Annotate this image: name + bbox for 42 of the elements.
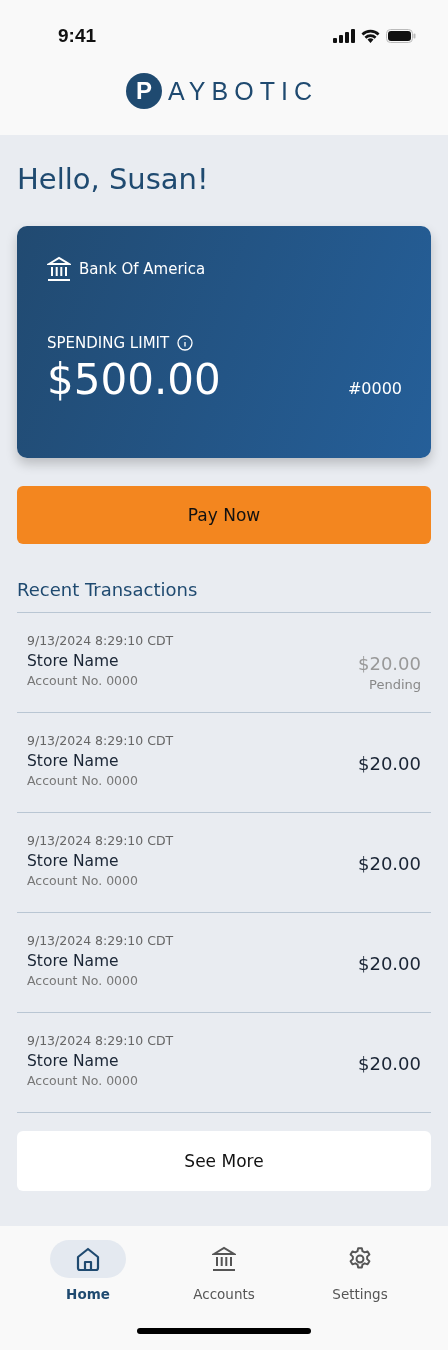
transaction-amount: $20.00	[358, 952, 421, 976]
pay-now-button[interactable]: Pay Now	[17, 486, 431, 544]
transaction-time: 9/13/2024 8:29:10 CDT	[27, 1033, 174, 1049]
transaction-amount: $20.00	[358, 1052, 421, 1076]
store-name: Store Name	[27, 1051, 120, 1072]
account-number: Account No. 0000	[27, 1073, 139, 1089]
wifi-icon	[361, 29, 380, 43]
nav-tab[interactable]: Accounts	[174, 1240, 274, 1322]
transaction-amount: $20.00	[358, 752, 421, 776]
home-icon	[75, 1246, 101, 1272]
transaction-time: 9/13/2024 8:29:10 CDT	[27, 733, 174, 749]
store-name: Store Name	[27, 951, 120, 972]
nav-tab[interactable]: Settings	[310, 1240, 410, 1322]
transaction-amount: $20.00	[358, 852, 421, 876]
spending-limit-amount: $500.00	[47, 354, 221, 406]
store-name: Store Name	[27, 751, 120, 772]
transaction-time: 9/13/2024 8:29:10 CDT	[27, 633, 174, 649]
section-title: Recent Transactions	[17, 578, 199, 602]
info-icon[interactable]	[177, 335, 194, 351]
status-time: 9:41	[58, 25, 97, 47]
spending-limit-label: SPENDING LIMIT	[47, 334, 170, 352]
transaction-status: Pending	[369, 677, 421, 692]
greeting: Hello, Susan!	[17, 161, 210, 197]
transaction-amount: $20.00	[358, 652, 421, 676]
card-number: #0000	[347, 379, 402, 400]
transaction-time: 9/13/2024 8:29:10 CDT	[27, 833, 174, 849]
bank-icon	[212, 1246, 236, 1272]
store-name: Store Name	[27, 851, 120, 872]
battery-icon	[386, 29, 416, 43]
see-more-button[interactable]: See More	[17, 1131, 431, 1191]
account-number: Account No. 0000	[27, 673, 139, 689]
transaction-time: 9/13/2024 8:29:10 CDT	[27, 933, 174, 949]
brand-logo: P AYBOTIC	[0, 73, 448, 109]
account-number: Account No. 0000	[27, 873, 139, 889]
nav-tab[interactable]: Home	[38, 1240, 138, 1322]
store-name: Store Name	[27, 651, 120, 672]
account-number: Account No. 0000	[27, 973, 139, 989]
account-number: Account No. 0000	[27, 773, 139, 789]
signal-icon	[333, 29, 355, 43]
bank-name: Bank Of America	[79, 260, 206, 278]
settings-icon	[347, 1246, 373, 1272]
bank-icon	[47, 256, 71, 282]
